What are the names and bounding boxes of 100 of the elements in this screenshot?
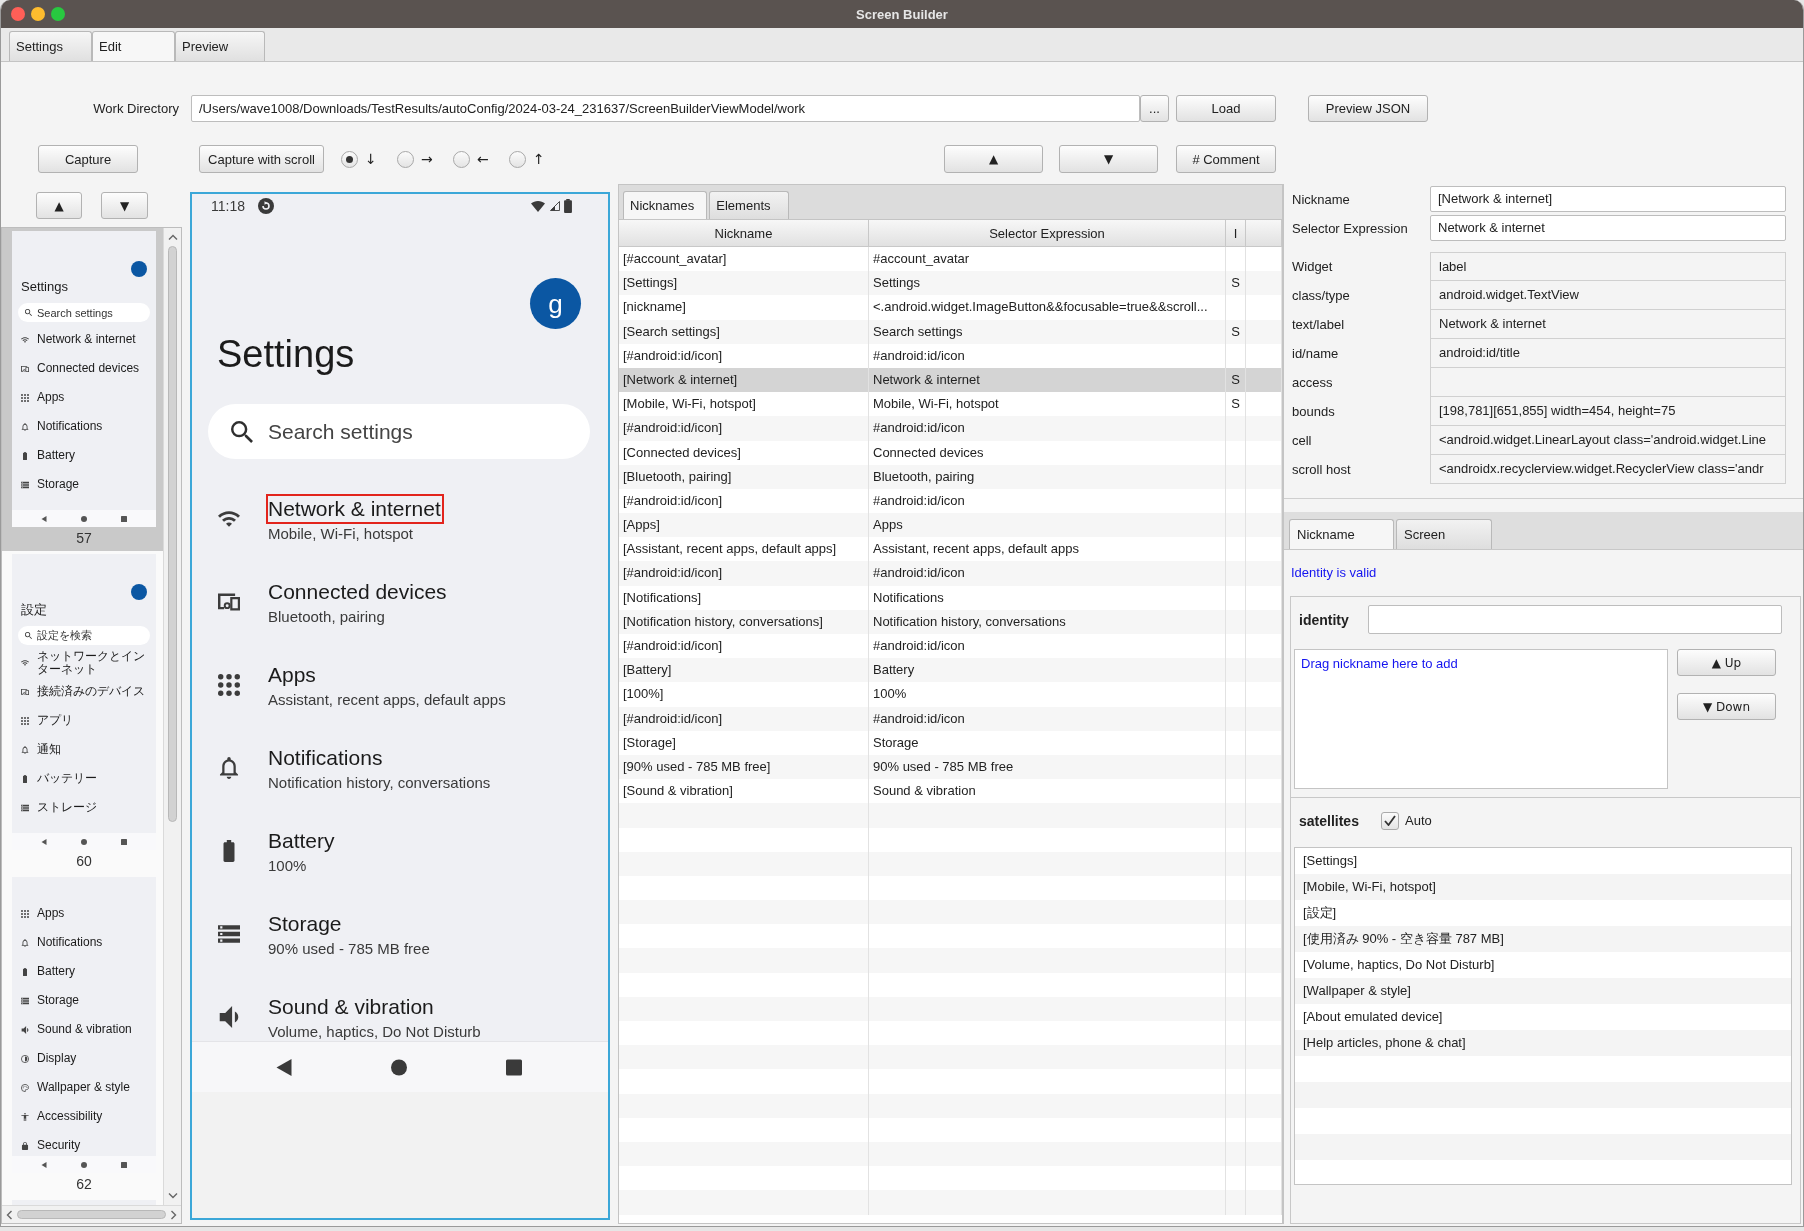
property-value: label: [1430, 252, 1786, 281]
screen-number: 60: [75, 852, 93, 871]
capture-button[interactable]: Capture: [38, 145, 138, 173]
avatar-button[interactable]: g: [530, 278, 581, 329]
tab[interactable]: Preview: [175, 31, 265, 61]
setting-title: Security: [37, 1139, 82, 1152]
auto-checkbox[interactable]: [1381, 811, 1399, 830]
list-item[interactable]: [Wallpaper & style]: [1295, 978, 1791, 1004]
setting-title[interactable]: Apps: [266, 659, 319, 690]
move-down-button[interactable]: ▼ Down: [1677, 693, 1776, 720]
setting-title: Apps: [37, 907, 66, 920]
setting-subtitle: 100%: [268, 855, 307, 876]
move-up-button[interactable]: ▲ Up: [1677, 649, 1776, 676]
load-button[interactable]: Load: [1176, 95, 1276, 122]
table-cell: #android:id/icon: [869, 343, 1226, 368]
radio-button[interactable]: [341, 150, 358, 168]
tab[interactable]: Elements: [709, 191, 790, 219]
back-triangle-icon: [41, 515, 47, 522]
checkmark-icon: [1384, 815, 1396, 826]
table-cell: [Bluetooth, pairing]: [619, 464, 869, 489]
table-row[interactable]: [Bluetooth, pairing] Bluetooth, pairing: [619, 464, 1282, 489]
property-value: Network & internet: [1430, 310, 1786, 339]
screen-number: 62: [75, 1175, 93, 1194]
tab[interactable]: Edit: [92, 31, 175, 61]
radio-button[interactable]: [453, 150, 470, 168]
back-triangle-icon[interactable]: [276, 1058, 292, 1076]
move-down-button[interactable]: ▼: [1059, 145, 1158, 173]
table-row[interactable]: [Notification history, conversations] Notification history, conversations: [619, 609, 1282, 634]
recents-square-icon[interactable]: [506, 1058, 522, 1076]
chevron-right-icon[interactable]: [171, 1209, 177, 1220]
tab[interactable]: Settings: [9, 31, 92, 61]
zoom-button[interactable]: [51, 7, 65, 21]
nickname-field[interactable]: [Network & internet]: [1430, 186, 1786, 212]
devices-icon: [21, 687, 29, 696]
scroll-down-button[interactable]: ▼: [101, 192, 148, 219]
browse-button[interactable]: ...: [1140, 95, 1169, 122]
chevron-down-icon[interactable]: [167, 1193, 178, 1199]
table-row[interactable]: [#android:id/icon] #android:id/icon: [619, 561, 1282, 586]
table-row[interactable]: [Battery] Battery: [619, 658, 1282, 683]
chevron-left-icon[interactable]: [6, 1209, 12, 1220]
setting-title: Storage: [37, 994, 81, 1007]
preview-json-button[interactable]: Preview JSON: [1308, 95, 1428, 122]
tab[interactable]: Screen: [1396, 519, 1492, 549]
field-label: Nickname: [1291, 191, 1351, 207]
table-row[interactable]: [#android:id/icon] #android:id/icon: [619, 416, 1282, 441]
list-item[interactable]: [Mobile, Wi-Fi, hotspot]: [1295, 874, 1791, 900]
directory-field[interactable]: /Users/wave1008/Downloads/TestResults/autoConfig/2024-03-24_231637/ScreenBuilderViewModel/work: [191, 95, 1140, 122]
table-row[interactable]: [90% used - 785 MB free] 90% used - 785 MB free: [619, 754, 1282, 780]
setting-title: Display: [37, 1052, 78, 1065]
table-cell: 100%: [869, 682, 1226, 707]
battery-icon: [21, 451, 29, 460]
list-item[interactable]: [Help articles, phone & chat]: [1295, 1030, 1791, 1056]
table-row[interactable]: [Search settings] Search settings S: [619, 319, 1282, 344]
vertical-scrollbar[interactable]: [163, 228, 181, 1205]
drop-list[interactable]: Drag nickname here to add: [1294, 649, 1668, 789]
property-label: access: [1291, 374, 1334, 392]
search-icon: [231, 420, 253, 443]
lock-icon: [21, 1141, 29, 1150]
comment-button[interactable]: # Comment: [1176, 145, 1276, 173]
thumbnail-item[interactable]: Apps Notifications Battery Storage Sound & vibration Display Wallpaper & style Accessibility Security 62: [2, 874, 163, 1197]
setting-title: Sound & vibration: [37, 1023, 133, 1036]
setting-title[interactable]: Sound & vibration: [266, 991, 437, 1022]
move-up-button[interactable]: ▲: [944, 145, 1043, 173]
table-row[interactable]: [#android:id/icon] #android:id/icon: [619, 706, 1282, 731]
scrollbar-thumb[interactable]: [168, 246, 177, 822]
tab[interactable]: Nickname: [1289, 519, 1394, 549]
column-header[interactable]: Nickname: [619, 220, 869, 246]
table-cell: Storage: [869, 730, 1226, 755]
setting-title[interactable]: Network & internet: [266, 493, 444, 524]
table-row[interactable]: [Apps] Apps: [619, 513, 1282, 538]
setting-title[interactable]: Connected devices: [266, 576, 450, 607]
selector-field[interactable]: Network & internet: [1430, 215, 1786, 241]
setting-title[interactable]: Notifications: [266, 742, 386, 773]
column-header[interactable]: I: [1226, 220, 1246, 246]
scrollbar-thumb[interactable]: [17, 1210, 166, 1219]
close-button[interactable]: [11, 7, 25, 21]
speaker-icon: [21, 1025, 29, 1034]
horizontal-scrollbar[interactable]: [2, 1205, 181, 1223]
minimize-button[interactable]: [31, 7, 45, 21]
search-field: 設定を検索: [18, 626, 150, 645]
radio-button[interactable]: [509, 150, 526, 168]
table-row[interactable]: [Network & internet] Network & internet S: [619, 367, 1282, 393]
setting-title[interactable]: Battery: [266, 825, 338, 856]
identity-field[interactable]: [1368, 605, 1782, 634]
capture-scroll-button[interactable]: Capture with scroll: [199, 145, 324, 173]
home-circle-icon[interactable]: [391, 1058, 407, 1076]
storage-icon: [218, 922, 240, 945]
table-row[interactable]: [Settings] Settings S: [619, 271, 1282, 296]
thumbnail-item[interactable]: 設定 設定を検索 ネットワークとインターネット 接続済みのデバイス アプリ 通知 バッテリー ストレージ 60: [2, 551, 163, 874]
chevron-up-icon[interactable]: [167, 234, 178, 240]
field-label: Work Directory: [92, 101, 179, 116]
thumbnail-item[interactable]: Settings Search settings Network & internet Connected devices Apps Notifications Battery Storage 57: [2, 228, 163, 551]
table-cell: Bluetooth, pairing: [869, 464, 1226, 489]
setting-title[interactable]: Storage: [266, 908, 345, 939]
tab[interactable]: Nicknames: [623, 191, 708, 219]
scroll-up-button[interactable]: ▲: [36, 192, 82, 219]
column-header[interactable]: Selector Expression: [869, 220, 1226, 246]
list-item[interactable]: [使用済み 90% - 空き容量 787 MB]: [1295, 926, 1791, 952]
radio-button[interactable]: [397, 150, 414, 168]
search-field[interactable]: Search settings: [208, 404, 590, 459]
